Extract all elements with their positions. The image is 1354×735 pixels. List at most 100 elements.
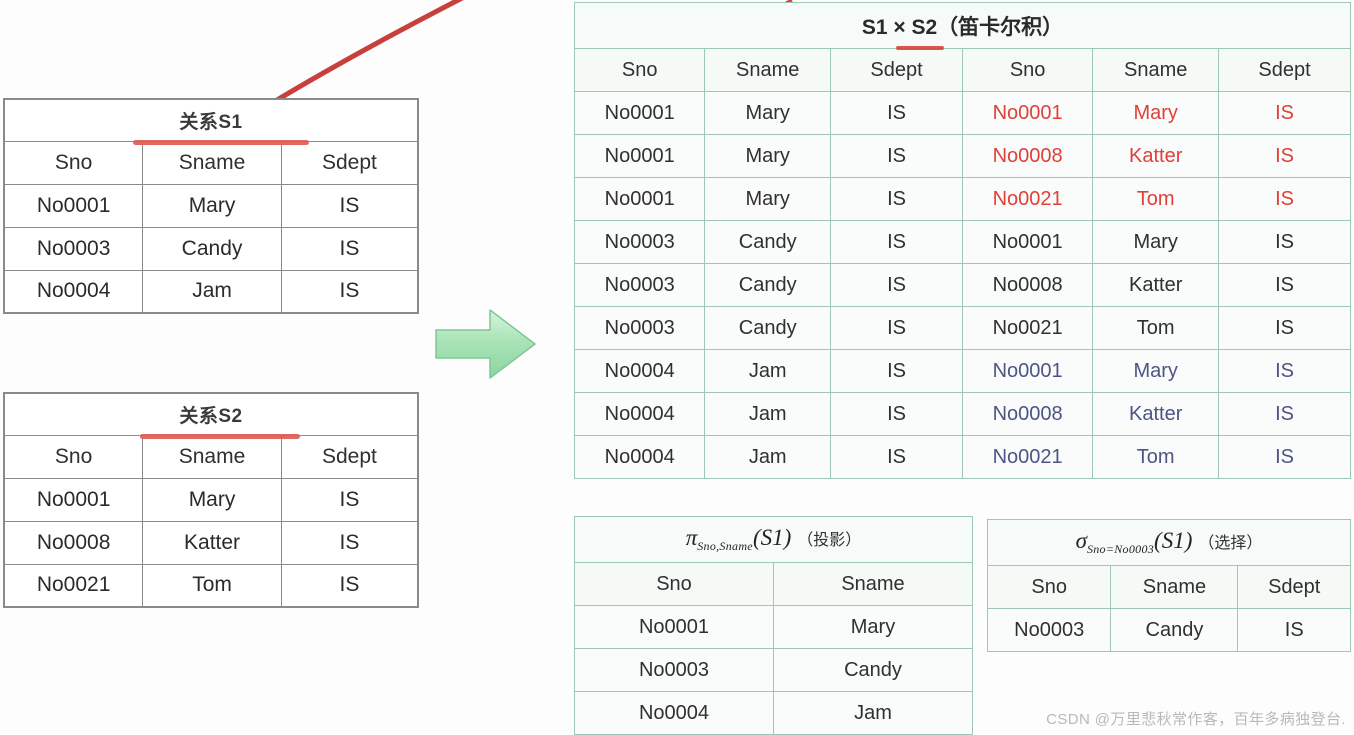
table-row: No0004 Jam IS No0001 Mary IS (573, 349, 1351, 393)
cp-cell-left: IS (830, 263, 963, 307)
cp-cell-right: No0008 (961, 392, 1094, 436)
cp-caption-cell: S1 × S2（笛卡尔积） (574, 2, 1351, 50)
table-row: No0001 Mary IS (3, 183, 419, 228)
selection-cell: No0003 (986, 608, 1112, 652)
table-header-row: Sno Sname Sdept (986, 565, 1351, 609)
s1-cell: Candy (142, 226, 282, 271)
cp-cell-right: Tom (1092, 306, 1220, 350)
cp-header-sname-right: Sname (1092, 48, 1220, 92)
cp-cell-right: No0021 (961, 306, 1094, 350)
table-row: No0001 Mary IS No0008 Katter IS (573, 134, 1351, 178)
cp-cell-left: IS (830, 220, 963, 264)
selection-cell: IS (1237, 608, 1351, 652)
cp-caption-note: （笛卡尔积） (937, 15, 1064, 39)
cp-cell-left: Mary (704, 91, 832, 135)
projection-note: （投影） (797, 532, 862, 549)
cp-cell-left: IS (830, 177, 963, 221)
s2-cell: No0008 (3, 520, 144, 565)
cp-cell-right: No0008 (961, 134, 1094, 178)
cp-cell-right: IS (1218, 91, 1351, 135)
cp-cell-left: IS (830, 349, 963, 393)
selection-header-sname: Sname (1110, 565, 1239, 609)
table-caption-row: 关系S1 (3, 98, 419, 145)
table-header-row: Sno Sname Sdept (3, 140, 419, 185)
s2-cell: No0001 (3, 477, 144, 522)
cp-header-sname-left: Sname (704, 48, 832, 92)
cp-header-sdept-left: Sdept (830, 48, 963, 92)
s2-header-sname: Sname (142, 434, 282, 479)
cp-cell-right: IS (1218, 392, 1351, 436)
cp-cell-left: IS (830, 392, 963, 436)
cp-cell-left: Candy (704, 263, 832, 307)
cp-cell-left: Jam (704, 435, 832, 479)
table-cartesian-product: S1 × S2（笛卡尔积） Sno Sname Sdept Sno Sname … (573, 2, 1351, 479)
projection-cell: No0003 (574, 648, 774, 692)
table-header-row: Sno Sname (574, 562, 973, 606)
cp-cell-right: No0001 (961, 349, 1094, 393)
table-row: No0001 Mary (574, 605, 973, 649)
table-row: No0003 Candy IS (986, 608, 1351, 652)
cp-cell-left: IS (830, 134, 963, 178)
s2-cell: Katter (142, 520, 282, 565)
cp-cell-right: Katter (1092, 392, 1220, 436)
cp-cell-left: No0001 (573, 177, 706, 221)
s1-cell: No0004 (3, 269, 144, 314)
table-row: No0001 Mary IS No0001 Mary IS (573, 91, 1351, 135)
s2-cell: IS (280, 520, 419, 565)
s2-cell: IS (280, 563, 419, 608)
csdn-watermark: CSDN @万里悲秋常作客，百年多病独登台. (1046, 711, 1346, 728)
s1-cell: No0003 (3, 226, 144, 271)
s1-cell: IS (280, 269, 419, 314)
cp-cell-right: Tom (1092, 177, 1220, 221)
s1-cell: IS (280, 183, 419, 228)
projection-subscript: Sno,Sname (697, 539, 753, 553)
cp-cell-left: Mary (704, 134, 832, 178)
cp-cell-left: Candy (704, 220, 832, 264)
cp-cell-right: No0001 (961, 220, 1094, 264)
cp-cell-left: No0003 (573, 263, 706, 307)
projection-header-sno: Sno (574, 562, 774, 606)
table-row: No0004 Jam IS No0008 Katter IS (573, 392, 1351, 436)
table-relation-s1: 关系S1 Sno Sname Sdept No0001 Mary IS No00… (3, 98, 419, 314)
cp-cell-left: No0003 (573, 306, 706, 350)
s2-header-sdept: Sdept (280, 434, 419, 479)
table-row: No0003 Candy IS (3, 226, 419, 271)
s1-cell: Mary (142, 183, 282, 228)
cp-cell-right: Mary (1092, 91, 1220, 135)
cp-cell-right: No0021 (961, 435, 1094, 479)
table-row: No0008 Katter IS (3, 520, 419, 565)
cp-header-sdept-right: Sdept (1218, 48, 1351, 92)
cp-cell-left: IS (830, 435, 963, 479)
table-caption-row: S1 × S2（笛卡尔积） (574, 2, 1351, 50)
cp-cell-right: IS (1218, 220, 1351, 264)
s2-caption-text: 关系S2 (179, 405, 243, 427)
selection-subscript: Sno=No0003 (1086, 542, 1155, 556)
cp-cell-left: Mary (704, 177, 832, 221)
cp-header-sno-left: Sno (573, 48, 706, 92)
s2-header-sno: Sno (3, 434, 144, 479)
table-row: No0021 Tom IS (3, 563, 419, 608)
s2-caption-cell: 关系S2 (3, 392, 419, 439)
cp-cell-right: Tom (1092, 435, 1220, 479)
selection-expression: σSno=No0003(S1) （选择） (1076, 528, 1263, 557)
selection-operator-symbol: σ (1075, 528, 1087, 553)
cp-cell-left: IS (830, 91, 963, 135)
s2-cell: No0021 (3, 563, 144, 608)
cp-caption-red-underline (896, 46, 944, 50)
cp-cell-right: IS (1218, 134, 1351, 178)
cp-cell-right: Mary (1092, 220, 1220, 264)
table-selection: σSno=No0003(S1) （选择） Sno Sname Sdept No00… (986, 519, 1351, 652)
s1-header-sname: Sname (142, 140, 282, 185)
cp-cell-left: Jam (704, 349, 832, 393)
table-row: No0003 Candy IS No0008 Katter IS (573, 263, 1351, 307)
selection-argument: (S1) (1154, 528, 1193, 553)
projection-cell: Mary (773, 605, 973, 649)
cp-cell-right: No0001 (961, 91, 1094, 135)
table-relation-s2: 关系S2 Sno Sname Sdept No0001 Mary IS No00… (3, 392, 419, 608)
cp-cell-right: Katter (1092, 263, 1220, 307)
table-caption-row: πSno,Sname(S1) （投影） (574, 516, 973, 563)
selection-header-sdept: Sdept (1237, 565, 1351, 609)
cp-cell-right: IS (1218, 435, 1351, 479)
s1-cell: IS (280, 226, 419, 271)
projection-cell: Jam (773, 691, 973, 735)
